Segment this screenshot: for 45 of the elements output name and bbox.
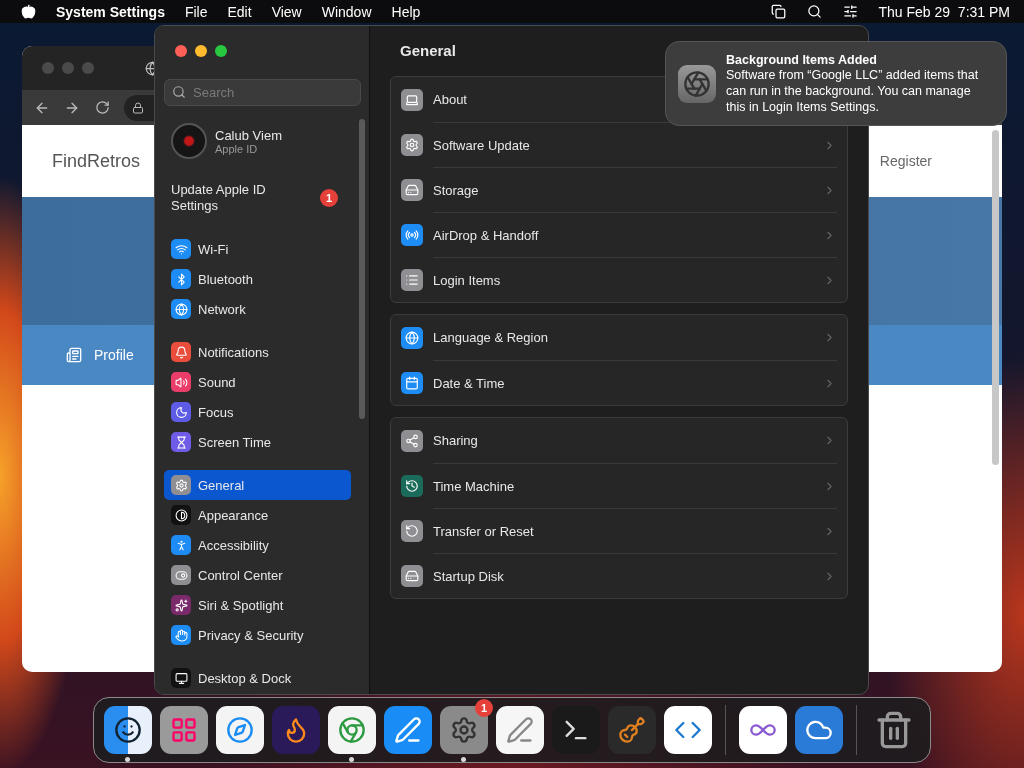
settings-row[interactable]: Time Machine	[433, 478, 515, 494]
notification-banner[interactable]: Background Items Added Software from “Google LLC” added items that can run in the background. You can manage this in Login Items Settings.	[665, 41, 1007, 126]
register-link[interactable]: Register	[879, 153, 932, 169]
sidebar-item[interactable]: Focus	[164, 397, 351, 427]
sidebar-item[interactable]: Bluetooth	[164, 264, 351, 294]
sidebar-item[interactable]: Screen Time	[164, 427, 351, 457]
settings-row[interactable]: Startup Disk	[433, 568, 504, 584]
settings-row[interactable]: Date & Time	[433, 375, 505, 391]
account-subtitle: Apple ID	[215, 142, 259, 155]
menu-item[interactable]: Help	[391, 3, 421, 20]
notification-title: Background Items Added	[726, 52, 878, 67]
sidebar-item[interactable]: Appearance	[164, 500, 351, 530]
clock[interactable]: Thu Feb 29 7:31 PM	[878, 3, 1010, 20]
settings-row[interactable]: AirDrop & Handoff	[433, 227, 539, 243]
menu-item[interactable]: View	[271, 3, 302, 20]
sidebar-item[interactable]: General	[164, 470, 351, 500]
settings-row[interactable]: Transfer or Reset	[433, 523, 534, 539]
search-field[interactable]: Search	[164, 79, 361, 106]
app-menu[interactable]: System Settings	[56, 3, 165, 20]
sidebar-item[interactable]: Wi-Fi	[164, 234, 351, 264]
menu-item[interactable]: File	[184, 3, 208, 20]
sidebar-item[interactable]: Network	[164, 294, 351, 324]
settings-row[interactable]: About	[433, 92, 467, 107]
settings-row[interactable]: Language & Region	[433, 330, 548, 345]
notification-badge: 1	[320, 189, 338, 207]
update-settings-item[interactable]: Update Apple ID Settings	[171, 182, 291, 214]
settings-row[interactable]: Sharing	[433, 433, 478, 448]
settings-row[interactable]: Login Items	[433, 272, 501, 288]
settings-row[interactable]: Software Update	[433, 137, 530, 153]
menu-item[interactable]: Window	[321, 3, 372, 20]
sidebar-item[interactable]: Notifications	[164, 337, 351, 367]
account-name[interactable]: Calub Viem	[215, 127, 282, 143]
sidebar-item[interactable]: Privacy & Security	[164, 620, 351, 650]
sidebar-item[interactable]: Accessibility	[164, 530, 351, 560]
sidebar-item[interactable]: Desktop & Dock	[164, 663, 351, 693]
notification-body: Software from “Google LLC” added items that can run in the background. You can manage this in Login Items Settings.	[726, 67, 980, 115]
sidebar-item[interactable]: Siri & Spotlight	[164, 590, 351, 620]
pane-title: General	[400, 42, 456, 59]
menu-item[interactable]: Edit	[227, 3, 252, 20]
notification-badge: 1	[475, 699, 493, 717]
site-title[interactable]: FindRetros	[52, 150, 141, 172]
sidebar-item[interactable]: Sound	[164, 367, 351, 397]
settings-row[interactable]: Storage	[433, 182, 479, 198]
sidebar-item[interactable]: Control Center	[164, 560, 351, 590]
profile-tab[interactable]: Profile	[94, 347, 134, 363]
